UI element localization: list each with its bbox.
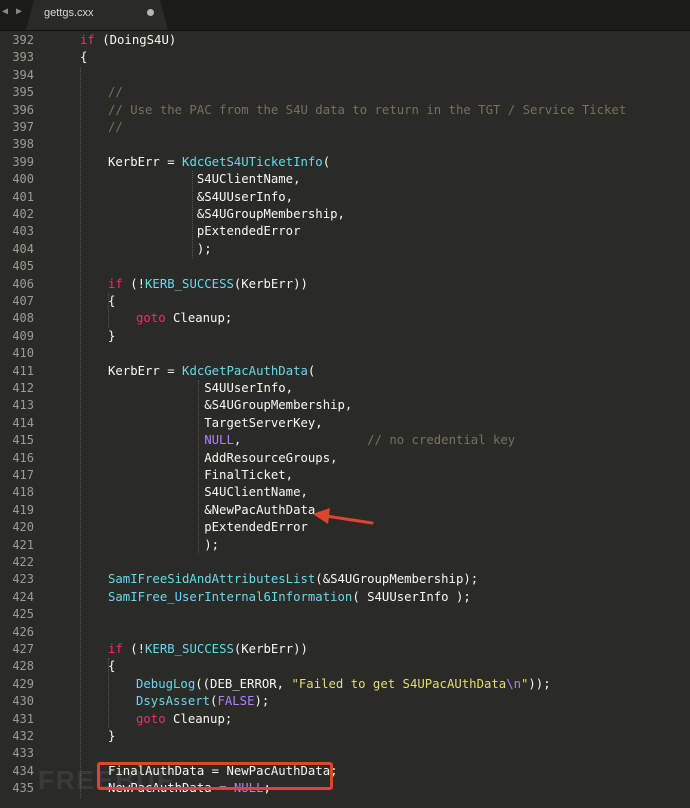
annotation-arrow	[313, 508, 374, 525]
